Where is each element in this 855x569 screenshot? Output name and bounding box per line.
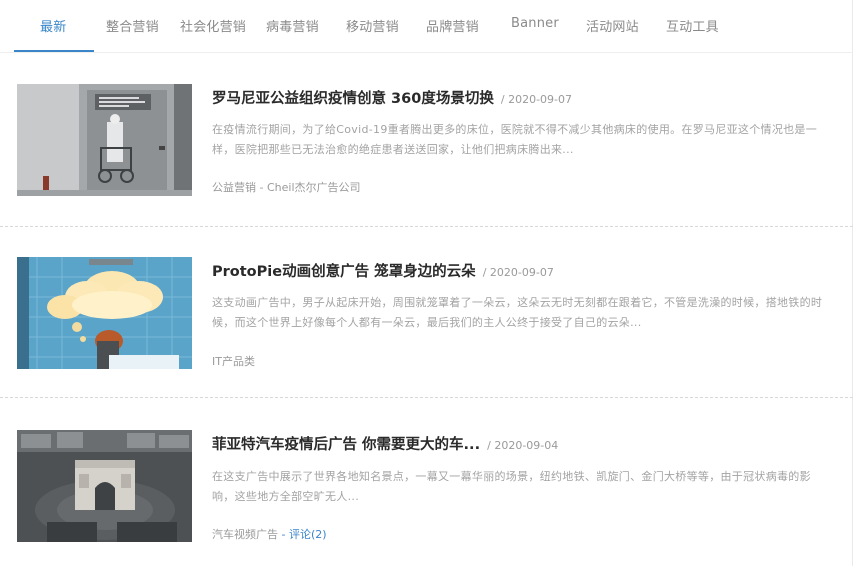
active-tab-indicator [14,50,94,52]
article-thumbnail[interactable] [17,430,192,542]
article-agency[interactable]: - Cheil杰尔广告公司 [260,181,361,194]
tab-latest[interactable]: 最新 [40,16,66,35]
tab-interactive-tools[interactable]: 互动工具 [666,16,719,35]
category-tabs: 最新 整合营销 社会化营销 病毒营销 移动营销 品牌营销 Banner 活动网站… [0,0,853,53]
article-meta: 汽车视频广告 - 评论(2) [212,526,327,542]
article-tag[interactable]: 公益营销 [212,181,256,194]
article-summary: 这支动画广告中，男子从起床开始，周围就笼罩着了一朵云，这朵云无时无刻都在跟着它，… [212,296,823,329]
article-date: / 2020-09-07 [500,93,573,106]
article-title[interactable]: ProtoPie动画创意广告 笼罩身边的云朵 [212,264,476,280]
article-title[interactable]: 菲亚特汽车疫情后广告 你需要更大的车... [212,437,480,453]
shower-cloud-image [17,257,192,369]
tab-brand-marketing[interactable]: 品牌营销 [426,16,479,35]
article-summary: 在这支广告中展示了世界各地知名景点，一幕又一幕华丽的场景，纽约地铁、凯旋门、金门… [212,470,811,503]
arc-de-triomphe-image [17,430,192,542]
article-thumbnail[interactable] [17,257,192,369]
article-title-line: 罗马尼亚公益组织疫情创意 360度场景切换 / 2020-09-07 [212,87,572,108]
article-meta: 公益营销 - Cheil杰尔广告公司 [212,179,361,195]
tab-banner[interactable]: Banner [511,16,559,31]
article-title-line: 菲亚特汽车疫情后广告 你需要更大的车... / 2020-09-04 [212,433,558,454]
article-separator [0,226,853,227]
tab-campaign-sites[interactable]: 活动网站 [586,16,639,35]
article-tag[interactable]: IT产品类 [212,355,255,368]
article-thumbnail[interactable] [17,84,192,196]
tab-viral-marketing[interactable]: 病毒营销 [266,16,319,35]
article-meta: IT产品类 [212,353,255,369]
tab-mobile-marketing[interactable]: 移动营销 [346,16,399,35]
article-comments-link[interactable]: - 评论(2) [282,528,327,541]
article-date: / 2020-09-04 [487,439,559,452]
article-summary: 在疫情流行期间，为了给Covid-19重者腾出更多的床位，医院就不得不减少其他病… [212,123,818,156]
article-item: 罗马尼亚公益组织疫情创意 360度场景切换 / 2020-09-07 在疫情流行… [0,57,853,227]
article-date: / 2020-09-07 [482,266,554,279]
article-separator [0,397,853,398]
hospital-door-image [17,84,192,196]
article-item: ProtoPie动画创意广告 笼罩身边的云朵 / 2020-09-07 这支动画… [0,228,853,398]
tab-integrated-marketing[interactable]: 整合营销 [106,16,159,35]
article-title[interactable]: 罗马尼亚公益组织疫情创意 360度场景切换 [212,91,494,107]
article-item: 菲亚特汽车疫情后广告 你需要更大的车... / 2020-09-04 在这支广告… [0,399,853,569]
article-title-line: ProtoPie动画创意广告 笼罩身边的云朵 / 2020-09-07 [212,260,554,281]
article-tag[interactable]: 汽车视频广告 [212,528,278,541]
tab-social-marketing[interactable]: 社会化营销 [180,16,246,35]
